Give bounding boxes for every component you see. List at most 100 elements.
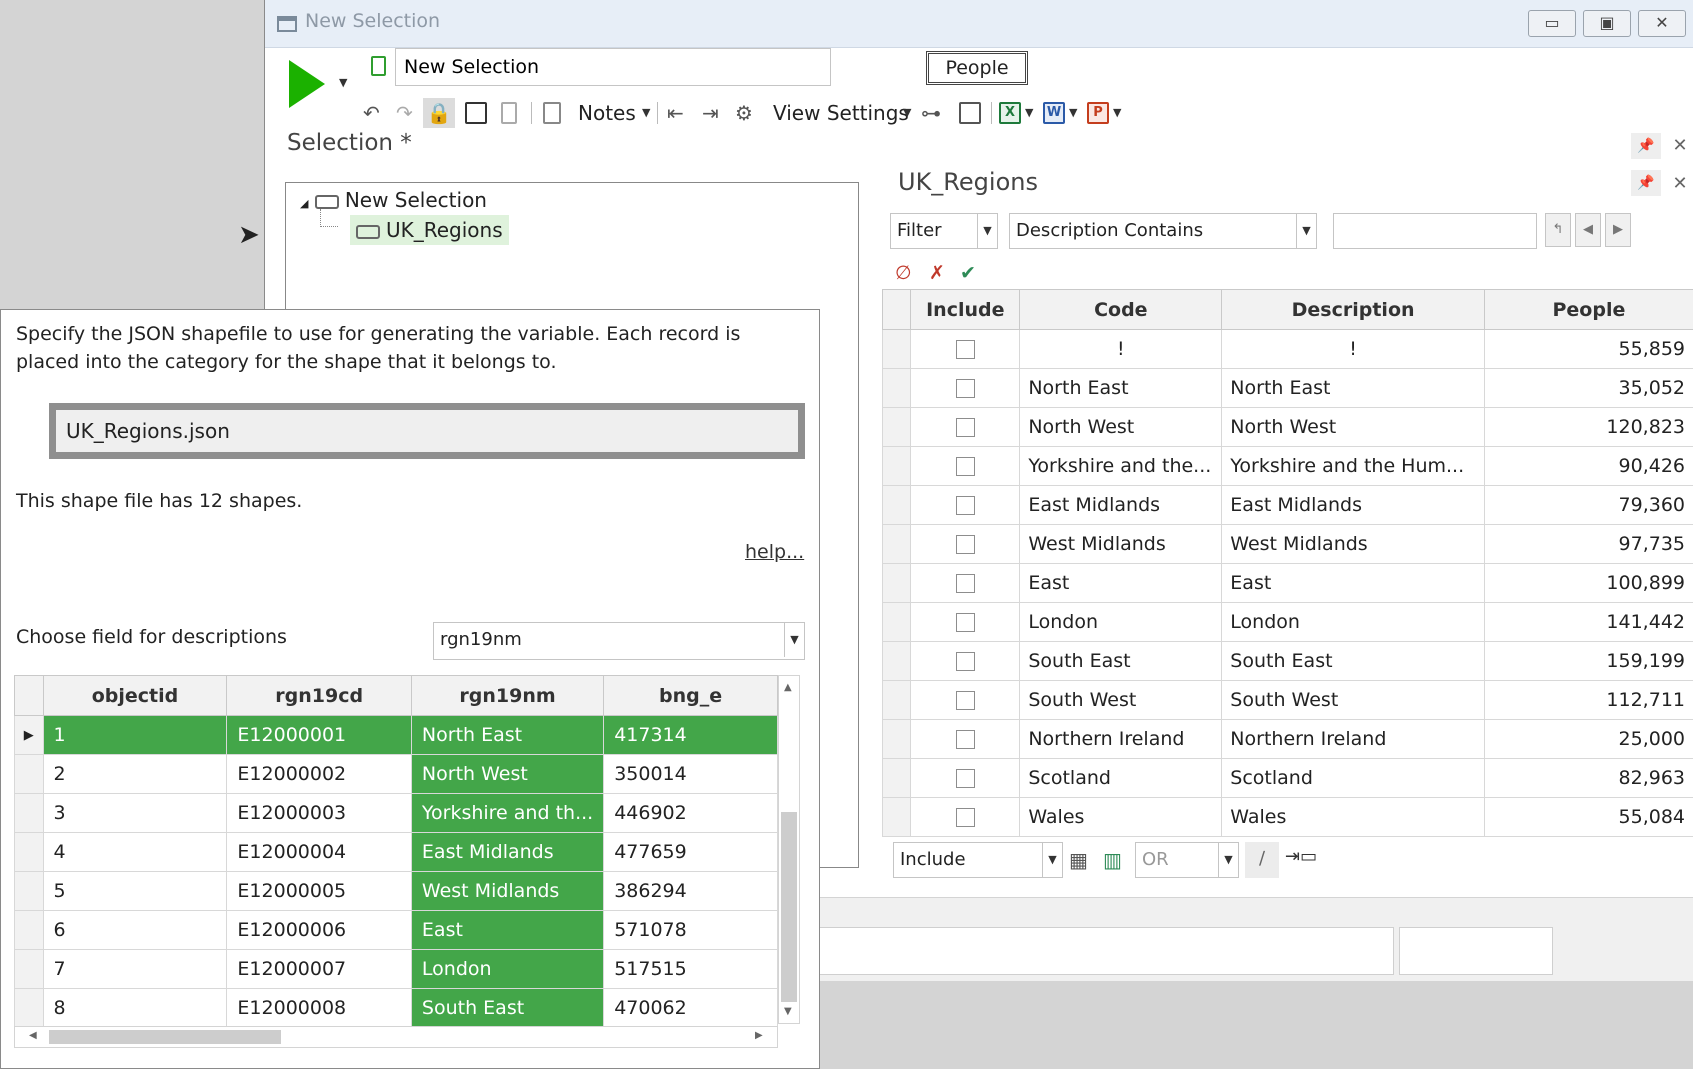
close-pane-icon[interactable]: ✕: [1669, 173, 1691, 195]
table-row[interactable]: 5 E12000005 West Midlands 386294: [14, 871, 778, 911]
include-cell[interactable]: [910, 329, 1021, 369]
filter-text-input[interactable]: [1333, 213, 1537, 249]
lock-icon[interactable]: 🔒: [423, 98, 455, 128]
table-row[interactable]: North East North East 35,052: [881, 368, 1693, 408]
include-cell[interactable]: [910, 563, 1021, 603]
chevron-down-icon[interactable]: ▼: [977, 214, 997, 248]
excel-dropdown-icon[interactable]: ▼: [1025, 106, 1033, 119]
table-row[interactable]: 6 E12000006 East 571078: [14, 910, 778, 950]
previous-icon[interactable]: ◀: [1575, 213, 1601, 247]
column-header-people[interactable]: People: [1483, 289, 1693, 330]
check-list-icon[interactable]: ✔: [960, 262, 976, 284]
pin-icon[interactable]: 📌: [1631, 133, 1661, 159]
table-row[interactable]: Scotland Scotland 82,963: [881, 758, 1693, 798]
filter-mode-select[interactable]: Filter ▼: [890, 213, 998, 249]
include-cell[interactable]: [910, 485, 1021, 525]
scrollbar-thumb[interactable]: [781, 812, 797, 1002]
column-header-rgn19nm[interactable]: rgn19nm: [410, 675, 605, 716]
include-checkbox[interactable]: [955, 769, 975, 788]
close-pane-icon[interactable]: ✕: [1669, 135, 1691, 157]
scroll-down-icon[interactable]: ▼: [784, 1006, 792, 1017]
include-cell[interactable]: [910, 446, 1021, 486]
grid-icon[interactable]: ▥: [1103, 848, 1122, 872]
table-row[interactable]: London London 141,442: [881, 602, 1693, 642]
table-row[interactable]: ! ! 55,859: [881, 329, 1693, 369]
shapefile-input[interactable]: UK_Regions.json: [49, 403, 805, 459]
view-settings-dropdown-icon[interactable]: ▼: [903, 106, 911, 119]
clipboard-icon[interactable]: [543, 102, 561, 124]
table-row[interactable]: 4 E12000004 East Midlands 477659: [14, 832, 778, 872]
word-dropdown-icon[interactable]: ▼: [1069, 106, 1077, 119]
return-icon[interactable]: ↰: [1545, 213, 1571, 247]
include-cell[interactable]: [910, 797, 1021, 837]
database-icon[interactable]: [501, 102, 517, 124]
include-checkbox[interactable]: [955, 730, 975, 749]
table-row[interactable]: Northern Ireland Northern Ireland 25,000: [881, 719, 1693, 759]
powerpoint-dropdown-icon[interactable]: ▼: [1113, 106, 1121, 119]
include-checkbox[interactable]: [955, 574, 975, 593]
indent-icon[interactable]: ⇥: [702, 98, 719, 128]
column-header-bng-e[interactable]: bng_e: [603, 675, 778, 716]
calculator-icon[interactable]: ▦: [1069, 848, 1088, 872]
notes-dropdown-icon[interactable]: ▼: [642, 106, 650, 119]
chevron-down-icon[interactable]: ▼: [1296, 214, 1316, 248]
pin-icon[interactable]: 📌: [1631, 170, 1661, 196]
powerpoint-export-icon[interactable]: P: [1087, 102, 1109, 124]
column-header-rgn19cd[interactable]: rgn19cd: [226, 675, 412, 716]
column-header-description[interactable]: Description: [1221, 289, 1485, 330]
selection-name-input[interactable]: [395, 48, 831, 86]
undo-icon[interactable]: ↶: [363, 98, 380, 128]
chevron-down-icon[interactable]: ▼: [1218, 843, 1238, 877]
include-checkbox[interactable]: [955, 613, 975, 632]
dock-icon[interactable]: ⇥▭: [1285, 846, 1317, 867]
column-header-include[interactable]: Include: [910, 289, 1021, 330]
help-link[interactable]: help...: [745, 541, 804, 563]
include-checkbox[interactable]: [955, 496, 975, 515]
maximize-button[interactable]: ▣: [1583, 10, 1631, 37]
scroll-right-icon[interactable]: ▶: [755, 1030, 763, 1041]
include-checkbox[interactable]: [955, 379, 975, 398]
chevron-down-icon[interactable]: ▼: [784, 623, 804, 657]
save-icon[interactable]: [465, 102, 487, 124]
logic-select[interactable]: OR ▼: [1135, 842, 1239, 878]
table-row[interactable]: Yorkshire and the... Yorkshire and the H…: [881, 446, 1693, 486]
filter-type-select[interactable]: Description Contains ▼: [1009, 213, 1317, 249]
table-row[interactable]: Wales Wales 55,084: [881, 797, 1693, 837]
table-row[interactable]: South West South West 112,711: [881, 680, 1693, 720]
table-row[interactable]: 8 E12000008 South East 470062: [14, 988, 778, 1028]
include-cell[interactable]: [910, 602, 1021, 642]
close-button[interactable]: ✕: [1638, 10, 1686, 37]
column-header-objectid[interactable]: objectid: [42, 675, 228, 716]
include-checkbox[interactable]: [955, 535, 975, 554]
include-checkbox[interactable]: [955, 418, 975, 437]
outdent-icon[interactable]: ⇤: [667, 98, 684, 128]
redo-icon[interactable]: ↷: [396, 98, 413, 128]
table-row[interactable]: East East 100,899: [881, 563, 1693, 603]
table-row[interactable]: 2 E12000002 North West 350014: [14, 754, 778, 794]
tree-node-uk-regions[interactable]: UK_Regions: [350, 215, 509, 245]
view-settings-button[interactable]: View Settings: [773, 98, 909, 128]
clear-icon[interactable]: ✗: [929, 262, 945, 284]
scroll-up-icon[interactable]: ▲: [784, 682, 792, 693]
table-row[interactable]: 3 E12000003 Yorkshire and th... 446902: [14, 793, 778, 833]
include-cell[interactable]: [910, 407, 1021, 447]
table-row[interactable]: 7 E12000007 London 517515: [14, 949, 778, 989]
include-checkbox[interactable]: [955, 652, 975, 671]
clear-empty-icon[interactable]: ∅: [895, 262, 912, 284]
include-cell[interactable]: [910, 758, 1021, 798]
include-checkbox[interactable]: [955, 691, 975, 710]
word-export-icon[interactable]: W: [1043, 102, 1065, 124]
column-header-code[interactable]: Code: [1019, 289, 1223, 330]
notes-button[interactable]: Notes: [578, 98, 636, 128]
run-play-icon[interactable]: [289, 60, 325, 108]
include-checkbox[interactable]: [955, 340, 975, 359]
table-row[interactable]: East Midlands East Midlands 79,360: [881, 485, 1693, 525]
include-checkbox[interactable]: [955, 808, 975, 827]
include-cell[interactable]: [910, 719, 1021, 759]
include-cell[interactable]: [910, 368, 1021, 408]
people-weight-button[interactable]: People: [926, 51, 1028, 85]
include-mode-select[interactable]: Include ▼: [893, 842, 1063, 878]
include-cell[interactable]: [910, 641, 1021, 681]
collapse-icon[interactable]: ◢: [300, 197, 308, 210]
minimize-button[interactable]: ▭: [1528, 10, 1576, 37]
